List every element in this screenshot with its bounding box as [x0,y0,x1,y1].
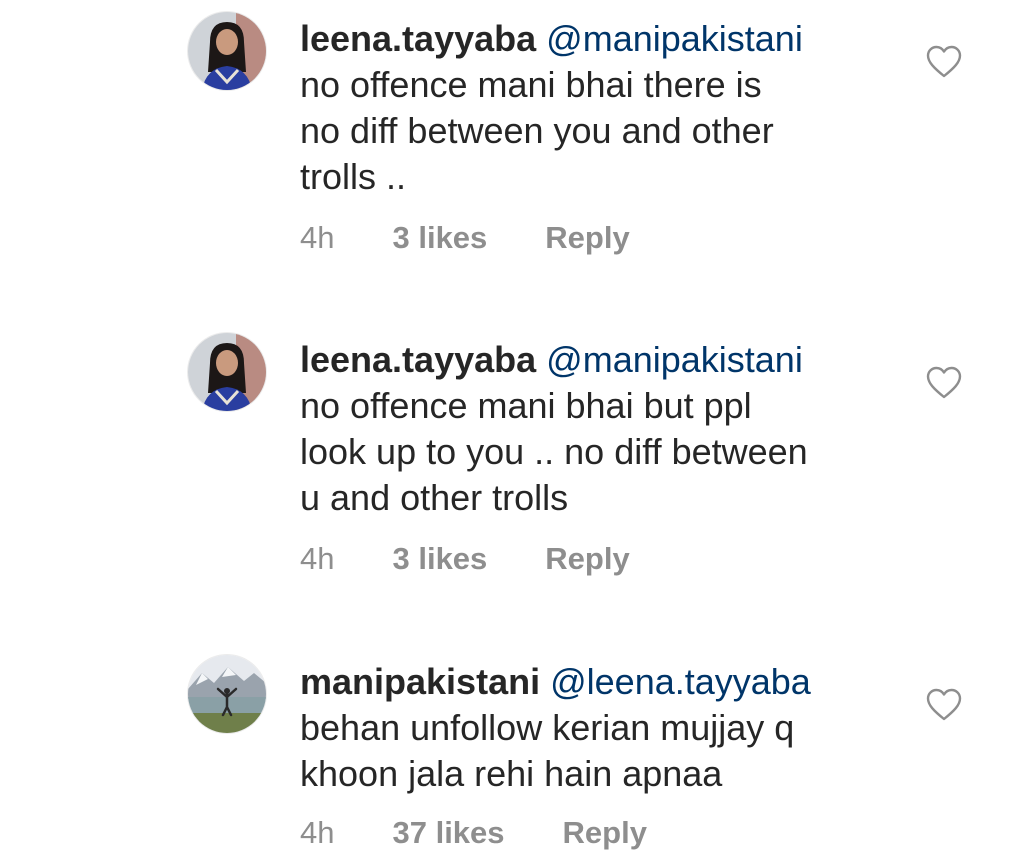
timestamp: 4h [300,815,335,850]
avatar[interactable] [188,12,266,90]
comment-text-line: no offence mani bhai there is [300,64,762,105]
comment-meta: 4h 3 likes Reply [300,541,630,577]
likes-count[interactable]: 3 likes [392,541,487,577]
avatar[interactable] [188,333,266,411]
comment-text-line: look up to you .. no diff between [300,431,808,472]
comment-text-line: no diff between you and other [300,110,774,151]
mention-link[interactable]: @leena.tayyaba [550,661,811,702]
reply-button[interactable]: Reply [545,541,629,577]
username[interactable]: manipakistani [300,661,540,702]
timestamp: 4h [300,541,335,576]
heart-icon[interactable] [926,688,962,722]
timestamp: 4h [300,220,335,255]
mention-link[interactable]: @manipakistani [546,339,803,380]
profile-photo-icon [188,655,266,733]
likes-count[interactable]: 3 likes [392,220,487,256]
heart-icon[interactable] [926,366,962,400]
likes-count[interactable]: 37 likes [392,815,504,851]
comment-meta: 4h 3 likes Reply [300,220,630,256]
mention-link[interactable]: @manipakistani [546,18,803,59]
profile-photo-icon [188,12,266,90]
username[interactable]: leena.tayyaba [300,18,536,59]
comment-meta: 4h 37 likes Reply [300,815,647,851]
comment-text-line: no offence mani bhai but ppl [300,385,752,426]
comment-text-line: trolls .. [300,156,407,197]
avatar[interactable] [188,655,266,733]
profile-photo-icon [188,333,266,411]
heart-icon[interactable] [926,45,962,79]
comment-text-line: behan unfollow kerian mujjay q [300,707,795,748]
reply-button[interactable]: Reply [563,815,647,851]
comment-text-line: u and other trolls [300,477,569,518]
comment-text-line: khoon jala rehi hain apnaa [300,753,723,794]
comment-thread: leena.tayyaba @manipakistani no offence … [0,0,1024,861]
username[interactable]: leena.tayyaba [300,339,536,380]
reply-button[interactable]: Reply [545,220,629,256]
